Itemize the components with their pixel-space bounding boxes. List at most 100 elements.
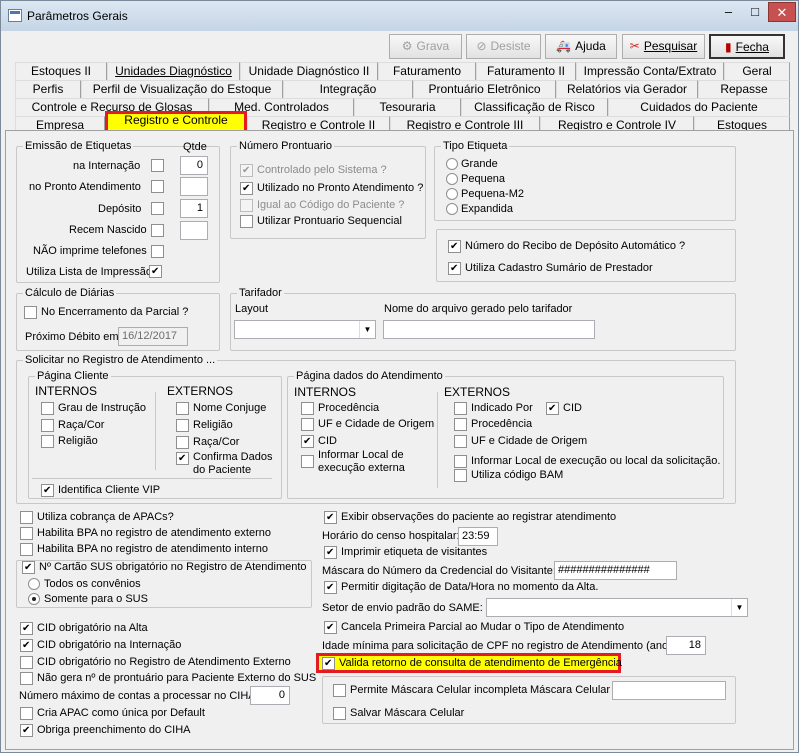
recem-label: Recem Nascido [69,224,147,236]
close-window-button[interactable]: ✕ [768,2,796,22]
apacs-checkbox[interactable] [20,511,33,524]
tab-unidade-diagnostico-ii[interactable]: Unidade Diagnóstico II [240,62,378,80]
cid-alta-checkbox[interactable] [20,622,33,635]
cria-apac-checkbox[interactable] [20,707,33,720]
pesquisar-button[interactable]: ✂ Pesquisar [622,34,705,59]
app-icon [8,9,22,22]
proximo-debito-input[interactable]: 16/12/2017 [118,327,188,346]
bpa-interno-checkbox[interactable] [20,543,33,556]
tab-perfil-visualizacao[interactable]: Perfil de Visualização do Estoque [81,80,283,98]
max-contas-label: Número máximo de contas a processar no C… [19,690,259,702]
help-icon: 🚑 [556,39,572,53]
tab-prontuario-eletronico[interactable]: Prontuário Eletrônico [413,80,556,98]
encerramento-checkbox[interactable] [24,306,37,319]
uf-cidade-checkbox[interactable] [301,418,314,431]
setor-same-select[interactable]: ▼ [486,598,748,617]
qtde-recem-input[interactable] [180,221,208,240]
pronto-checkbox[interactable] [151,180,164,193]
qtde-internacao-input[interactable]: 0 [180,156,208,175]
igual-checkbox[interactable] [240,199,253,212]
cartao-sus-checkbox[interactable] [22,561,35,574]
idade-minima-input[interactable]: 18 [666,636,706,655]
deposito-checkbox[interactable] [151,202,164,215]
exibir-obs-checkbox[interactable] [324,511,337,524]
ajuda-button[interactable]: 🚑 Ajuda [545,34,617,59]
cid-checkbox[interactable] [301,435,314,448]
tab-tesouraria[interactable]: Tesouraria [354,98,461,116]
qtde-pronto-input[interactable] [180,177,208,196]
permitir-digitacao-checkbox[interactable] [324,581,337,594]
tab-classificacao-risco[interactable]: Classificação de Risco [461,98,608,116]
salvar-mascara-checkbox[interactable] [333,707,346,720]
tab-unidades-diagnostico[interactable]: Unidades Diagnóstico [107,62,240,80]
religiao-ext-checkbox[interactable] [176,419,189,432]
sequencial-checkbox[interactable] [240,215,253,228]
tab-estoques-ii[interactable]: Estoques II [15,62,107,80]
chevron-down-icon: ▼ [359,321,375,338]
tab-geral[interactable]: Geral [724,62,790,80]
tab-faturamento-ii[interactable]: Faturamento II [476,62,576,80]
layout-select[interactable]: ▼ [234,320,376,339]
procedencia-label: Procedência [318,402,380,414]
pequena-m2-radio[interactable] [446,188,458,200]
tab-integracao[interactable]: Integração [283,80,413,98]
bam-checkbox[interactable] [454,469,467,482]
nome-arquivo-input[interactable] [383,320,595,339]
todos-convenios-radio[interactable] [28,578,40,590]
max-contas-input[interactable]: 0 [250,686,290,705]
maximize-button[interactable]: □ [742,2,768,22]
controlado-checkbox[interactable] [240,164,253,177]
minimize-button[interactable]: – [715,2,742,22]
lista-checkbox[interactable] [149,265,162,278]
religiao-checkbox[interactable] [41,435,54,448]
mascara-celular-input[interactable] [612,681,726,700]
qtde-deposito-input[interactable]: 1 [180,199,208,218]
uf-cidade-ext-checkbox[interactable] [454,435,467,448]
internacao-checkbox[interactable] [151,159,164,172]
nome-conjuge-checkbox[interactable] [176,402,189,415]
wrench-icon: ⚙ [401,39,413,53]
raca-cor-checkbox[interactable] [41,419,54,432]
tab-cuidados-paciente[interactable]: Cuidados do Paciente [608,98,790,116]
cliente-vip-checkbox[interactable] [41,484,54,497]
lista-label: Utiliza Lista de Impressão [26,266,152,278]
numero-recibo-checkbox[interactable] [448,240,461,253]
mascara-credencial-input[interactable]: ############### [554,561,677,580]
indicado-por-checkbox[interactable] [454,402,467,415]
informar-ext-checkbox[interactable] [454,455,467,468]
tab-impressao-conta[interactable]: Impressão Conta/Extrato [576,62,724,80]
valida-retorno-checkbox[interactable] [322,657,335,670]
horario-censo-input[interactable]: 23:59 [458,527,498,546]
tab-faturamento[interactable]: Faturamento [378,62,476,80]
desiste-button[interactable]: ⊘ Desiste [466,34,541,59]
grau-instrucao-checkbox[interactable] [41,402,54,415]
obriga-ciha-checkbox[interactable] [20,724,33,737]
raca-ext-checkbox[interactable] [176,436,189,449]
cadastro-sumario-checkbox[interactable] [448,262,461,275]
tab-repasse[interactable]: Repasse [698,80,790,98]
confirma-dados-checkbox[interactable] [176,452,189,465]
expandida-radio[interactable] [446,203,458,215]
procedencia-checkbox[interactable] [301,402,314,415]
fecha-button[interactable]: ▮ Fecha [709,34,785,59]
grande-radio[interactable] [446,158,458,170]
utilizado-checkbox[interactable] [240,182,253,195]
tab-perfis[interactable]: Perfis [15,80,81,98]
informar-local-checkbox[interactable] [301,455,314,468]
cid-internacao-checkbox[interactable] [20,639,33,652]
nao-gera-checkbox[interactable] [20,672,33,685]
recem-checkbox[interactable] [151,224,164,237]
imprimir-visitantes-label: Imprimir etiqueta de visitantes [341,546,488,558]
grava-button[interactable]: ⚙ Grava [389,34,462,59]
cid-externo-checkbox[interactable] [20,656,33,669]
procedencia-ext-checkbox[interactable] [454,418,467,431]
nao-imprime-checkbox[interactable] [151,245,164,258]
bpa-externo-checkbox[interactable] [20,527,33,540]
tab-relatorios-gerador[interactable]: Relatórios via Gerador [556,80,698,98]
cancela-parcial-checkbox[interactable] [324,621,337,634]
imprimir-visitantes-checkbox[interactable] [324,546,337,559]
cid-ext-checkbox[interactable] [546,402,559,415]
pequena-radio[interactable] [446,173,458,185]
permite-mascara-checkbox[interactable] [333,684,346,697]
somente-sus-radio[interactable] [28,593,40,605]
